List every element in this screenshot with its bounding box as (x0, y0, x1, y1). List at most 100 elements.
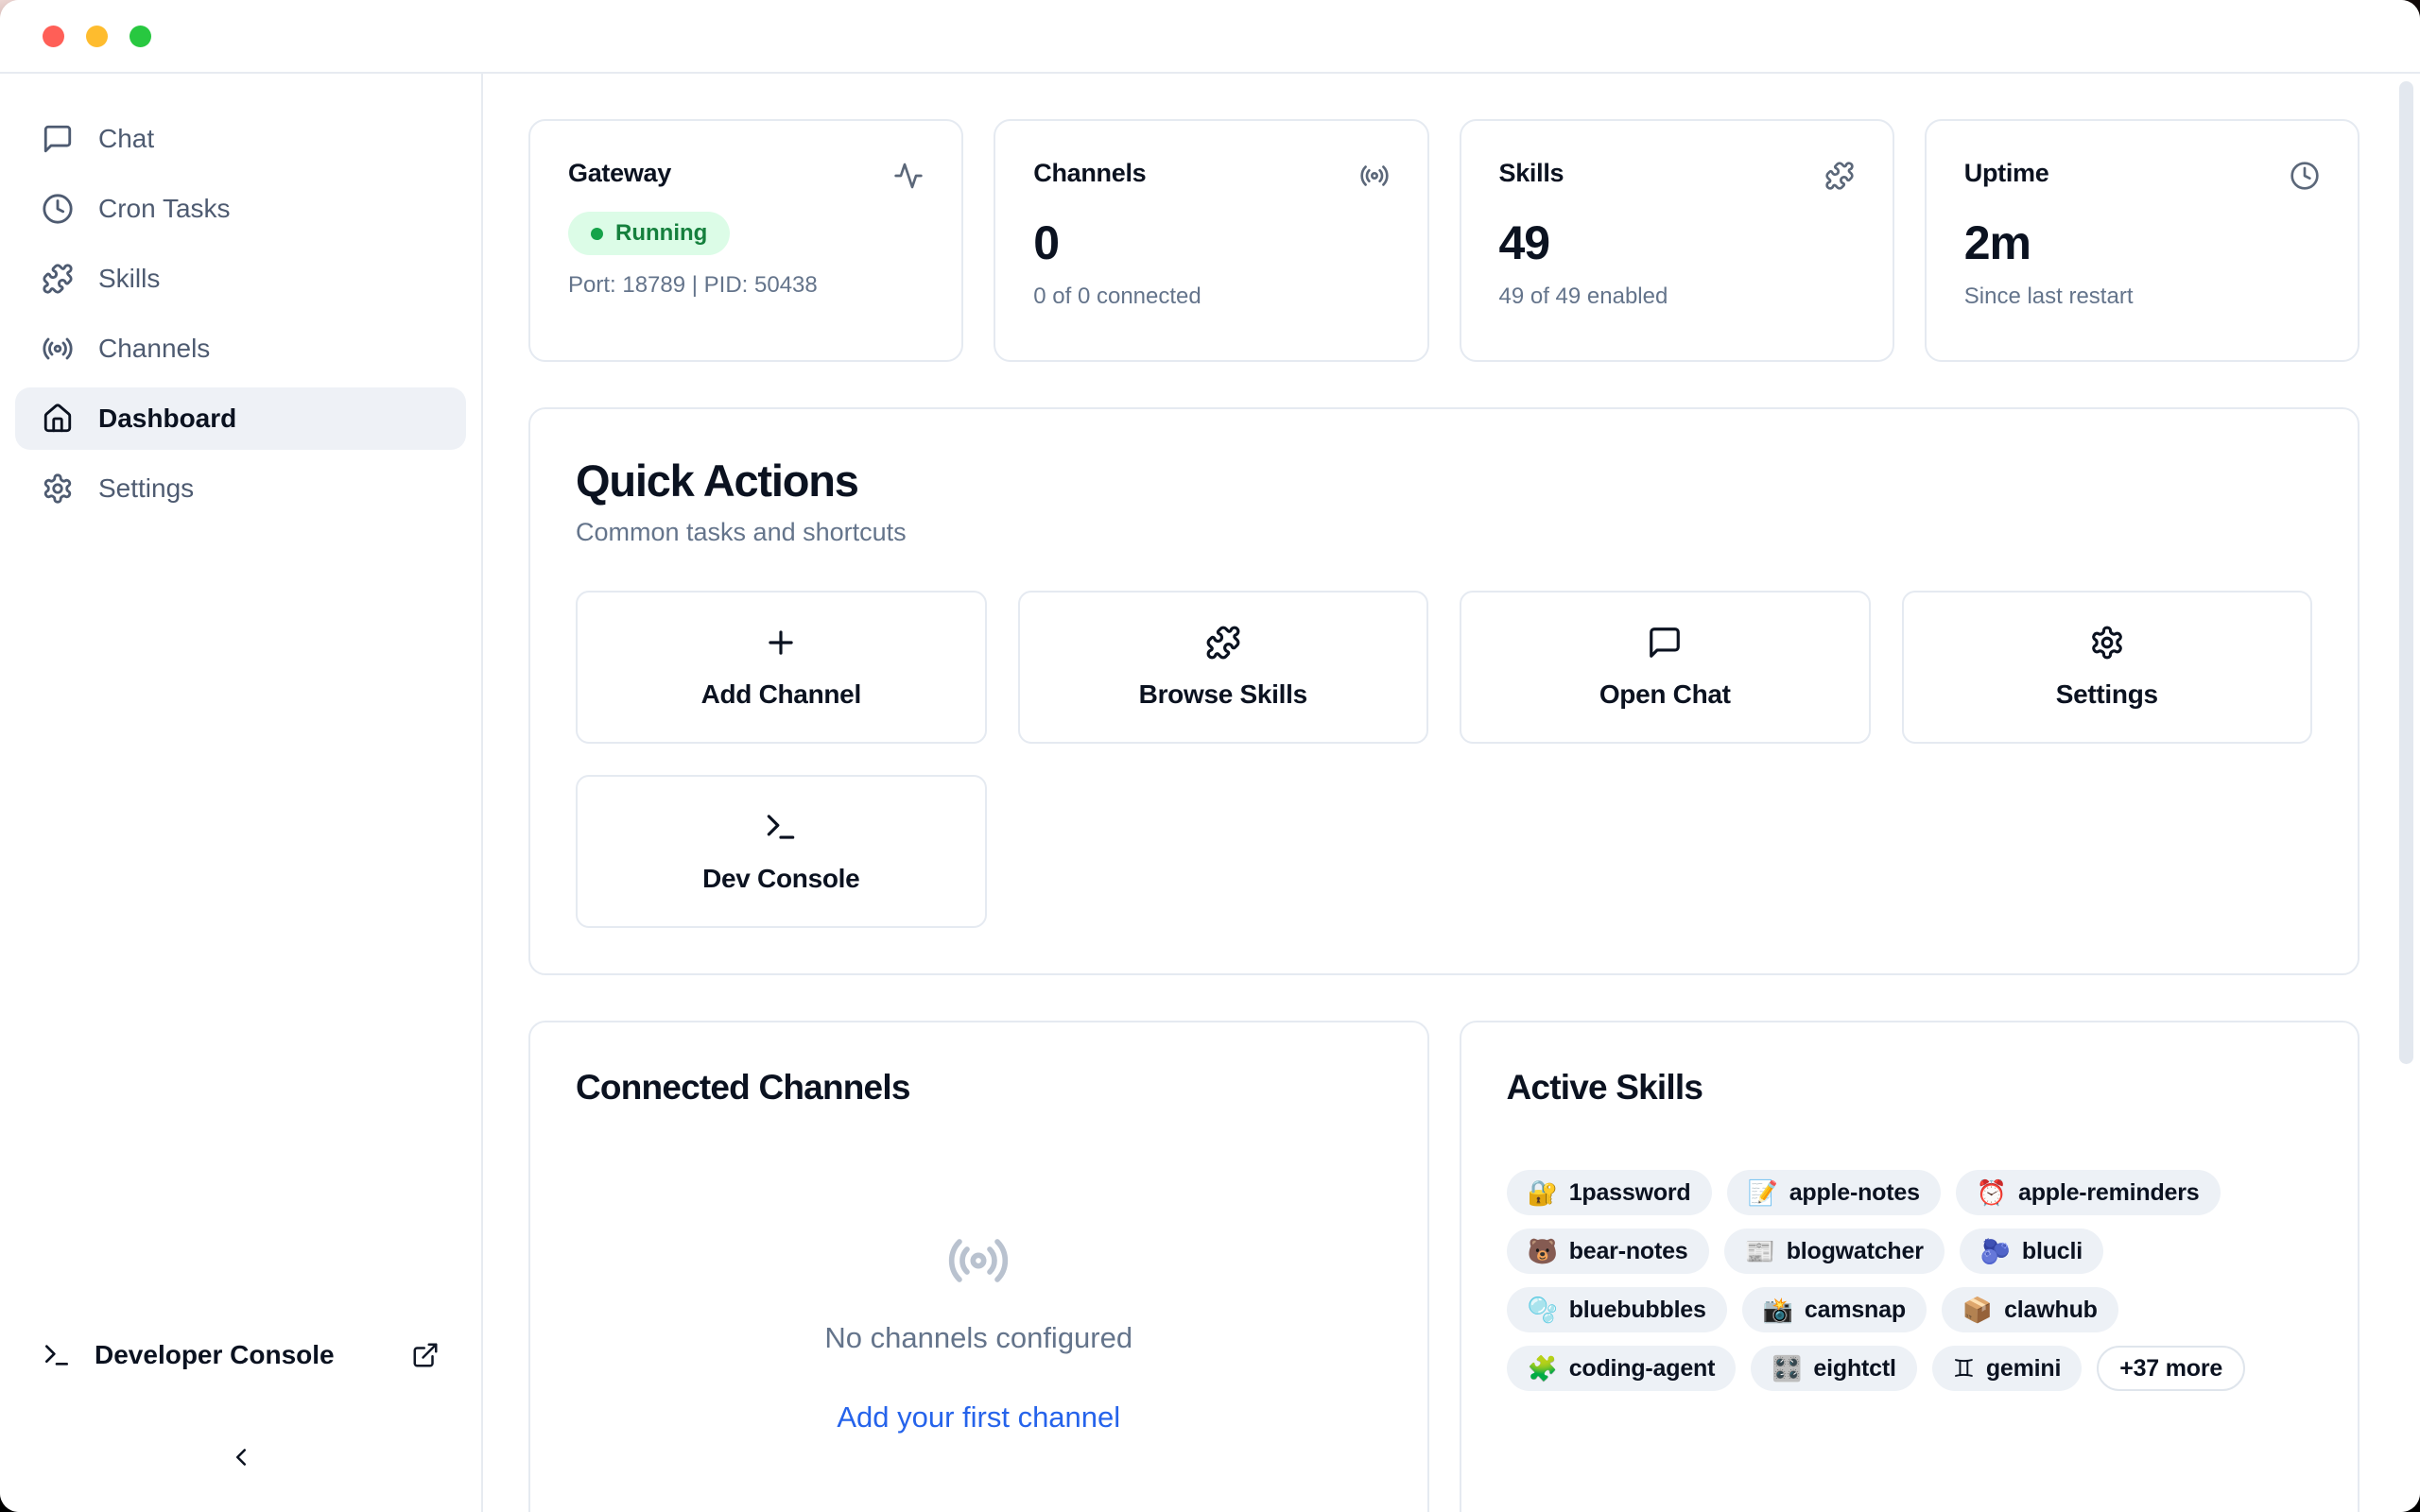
stat-cards-row: Gateway RunningPort: 18789 | PID: 50438 … (528, 119, 2360, 362)
stat-card-title: Skills (1499, 159, 1564, 188)
sidebar-item-skills[interactable]: Skills (15, 248, 466, 310)
plus-icon (763, 625, 799, 661)
skill-chip-bluebubbles: 🫧 bluebubbles (1507, 1287, 1727, 1332)
quick-actions-title: Quick Actions (576, 455, 2312, 507)
terminal-icon (42, 1340, 72, 1370)
puzzle-icon (1824, 161, 1855, 191)
skill-chip-1password: 🔐 1password (1507, 1170, 1712, 1215)
stat-card-title: Channels (1033, 159, 1146, 188)
activity-icon (893, 161, 924, 191)
developer-console-label: Developer Console (95, 1340, 335, 1370)
stat-detail: 0 of 0 connected (1033, 284, 1389, 310)
radio-icon (42, 333, 74, 365)
sidebar-item-channels[interactable]: Channels (15, 318, 466, 380)
stat-card-gateway: Gateway Running Port: 18789 | PID: 50438 (528, 119, 963, 362)
chat-icon (42, 123, 74, 155)
developer-console-row[interactable]: Developer Console (15, 1327, 466, 1383)
sidebar-item-cron-tasks[interactable]: Cron Tasks (15, 178, 466, 240)
active-skills-card: Active Skills 🔐 1password 📝 apple-notes … (1460, 1021, 2360, 1512)
channels-empty-state: No channels configured Add your first ch… (576, 1108, 1382, 1435)
browse-skills-button[interactable]: Browse Skills (1018, 591, 1429, 744)
app-window: Chat Cron Tasks Skills Channels Dashboar… (0, 0, 2420, 1512)
add-channel-button[interactable]: Add Channel (576, 591, 987, 744)
quick-actions-card: Quick Actions Common tasks and shortcuts… (528, 407, 2360, 975)
skill-chip-apple-notes: 📝 apple-notes (1727, 1170, 1941, 1215)
titlebar (0, 0, 2420, 74)
sidebar-item-label: Skills (98, 264, 160, 294)
active-skills-title: Active Skills (1507, 1068, 2313, 1108)
skill-name: apple-notes (1789, 1179, 1920, 1207)
open-chat-button[interactable]: Open Chat (1460, 591, 1871, 744)
dashboard-main: Gateway RunningPort: 18789 | PID: 50438 … (483, 74, 2420, 1512)
activity-icon (893, 161, 924, 191)
skill-chip-coding-agent: 🧩 coding-agent (1507, 1346, 1737, 1391)
sidebar-item-label: Chat (98, 124, 154, 154)
radio-icon (1359, 161, 1390, 191)
radio-icon (946, 1228, 1011, 1293)
sidebar-item-dashboard[interactable]: Dashboard (15, 387, 466, 450)
quick-action-label: Dev Console (702, 864, 859, 894)
clock-icon (42, 193, 74, 225)
stat-card-title: Gateway (568, 159, 671, 188)
quick-action-label: Browse Skills (1139, 679, 1307, 710)
puzzle-icon (1824, 161, 1855, 191)
quick-action-label: Settings (2056, 679, 2158, 710)
skill-chip-gemini: ♊ gemini (1932, 1346, 2082, 1391)
sidebar-nav: Chat Cron Tasks Skills Channels Dashboar… (15, 108, 466, 520)
radio-icon (946, 1228, 1011, 1293)
skill-name: clawhub (2004, 1297, 2098, 1324)
dev-console-button[interactable]: Dev Console (576, 775, 987, 928)
skill-name: blucli (2022, 1238, 2083, 1265)
external-link-icon[interactable] (411, 1341, 440, 1369)
sidebar-item-label: Settings (98, 473, 194, 504)
skill-chips: 🔐 1password 📝 apple-notes ⏰ apple-remind… (1507, 1170, 2313, 1391)
skill-emoji: 🐻 (1528, 1237, 1558, 1266)
home-icon (42, 403, 74, 435)
puzzle-icon (1205, 625, 1241, 661)
plus-icon (763, 625, 799, 661)
sidebar: Chat Cron Tasks Skills Channels Dashboar… (0, 74, 483, 1512)
home-icon (42, 403, 74, 435)
sidebar-item-settings[interactable]: Settings (15, 457, 466, 520)
puzzle-icon (1205, 625, 1241, 661)
chevron-left-icon (227, 1443, 255, 1471)
chat-icon (1647, 625, 1683, 661)
minimize-window-button[interactable] (86, 26, 108, 47)
skill-emoji: ⏰ (1977, 1178, 2007, 1208)
sidebar-item-label: Channels (98, 334, 210, 364)
stat-detail: Since last restart (1964, 284, 2320, 310)
clock-icon (2290, 161, 2320, 191)
settings-button[interactable]: Settings (1902, 591, 2313, 744)
skill-name: gemini (1986, 1355, 2061, 1383)
terminal-icon (763, 809, 799, 845)
sidebar-item-label: Cron Tasks (98, 194, 231, 224)
stat-detail: Port: 18789 | PID: 50438 (568, 272, 924, 299)
skill-name: camsnap (1805, 1297, 1906, 1324)
collapse-sidebar-button[interactable] (213, 1429, 269, 1486)
quick-action-label: Add Channel (701, 679, 861, 710)
stat-value: 49 (1499, 215, 1855, 270)
stat-card-channels: Channels 0 0 of 0 connected (994, 119, 1428, 362)
sidebar-item-chat[interactable]: Chat (15, 108, 466, 170)
close-window-button[interactable] (43, 26, 64, 47)
gear-icon (2089, 625, 2125, 661)
more-skills-button[interactable]: +37 more (2097, 1346, 2245, 1391)
vertical-scrollbar[interactable] (2399, 81, 2413, 1064)
skill-chip-eightctl: 🎛️ eightctl (1751, 1346, 1916, 1391)
clock-icon (2290, 161, 2320, 191)
skill-emoji: ♊ (1953, 1354, 1975, 1383)
skill-name: apple-reminders (2018, 1179, 2200, 1207)
puzzle-icon (42, 263, 74, 295)
stat-value: 0 (1033, 215, 1389, 270)
skill-chip-camsnap: 📸 camsnap (1742, 1287, 1927, 1332)
status-badge: Running (568, 212, 730, 255)
quick-action-label: Open Chat (1599, 679, 1731, 710)
skill-name: blogwatcher (1787, 1238, 1924, 1265)
skill-emoji: 📝 (1748, 1178, 1778, 1208)
terminal-icon (763, 809, 799, 845)
skill-name: coding-agent (1569, 1355, 1716, 1383)
skill-name: bluebubbles (1569, 1297, 1706, 1324)
zoom-window-button[interactable] (130, 26, 151, 47)
chat-icon (42, 123, 74, 155)
add-first-channel-link[interactable]: Add your first channel (837, 1400, 1120, 1435)
